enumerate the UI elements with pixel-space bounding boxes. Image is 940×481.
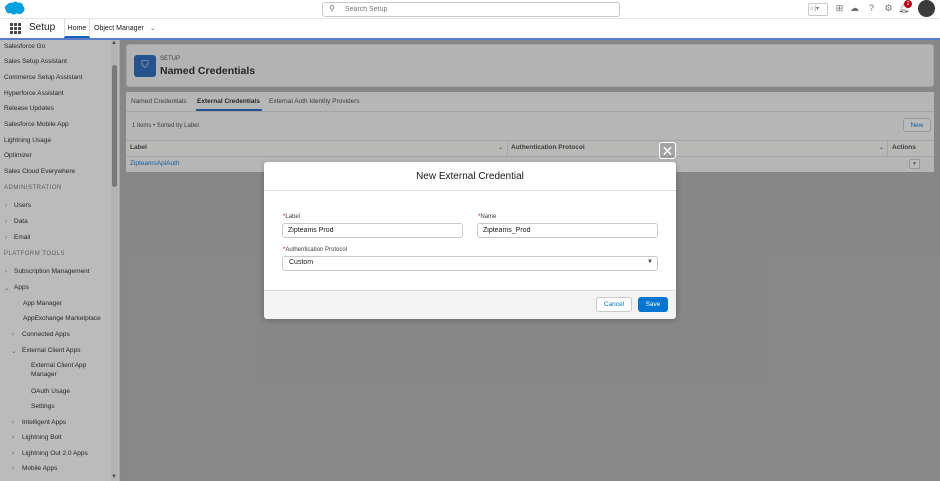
help-icon[interactable]: ? [866, 3, 877, 14]
dropdown-caret-icon[interactable]: ▼ [647, 259, 653, 265]
name-field-label: *Name [478, 214, 496, 220]
tab-object-manager-label: Object Manager [94, 25, 144, 32]
modal-title: New External Credential [416, 171, 524, 182]
trailhead-icon[interactable]: ☁ [849, 3, 860, 14]
app-launcher-icon[interactable] [10, 23, 21, 34]
search-icon: ⚲ [329, 4, 335, 13]
auth-protocol-label-text: Authentication Protocol [285, 247, 348, 253]
app-name: Setup [29, 22, 56, 33]
label-field[interactable] [282, 223, 463, 238]
auth-protocol-label: *Authentication Protocol [283, 247, 347, 253]
search-input[interactable] [345, 4, 605, 14]
favorites-group[interactable]: ☆|▾ [808, 3, 828, 16]
close-icon[interactable]: ✕ [659, 142, 676, 159]
favorites-label: ☆|▾ [809, 6, 819, 12]
chevron-down-icon[interactable]: ⌄ [150, 25, 156, 32]
app-nav-bar: Setup Home Object Manager ⌄ [0, 19, 940, 40]
name-field[interactable] [477, 223, 658, 238]
gear-icon[interactable]: ⚙ [883, 3, 894, 14]
name-field-label-text: Name [480, 214, 497, 220]
salesforce-logo-icon[interactable] [4, 1, 26, 16]
label-field-label-text: Label [285, 214, 301, 220]
user-avatar[interactable] [918, 0, 935, 17]
modal-header-divider [264, 190, 676, 191]
authentication-protocol-value: Custom [289, 259, 314, 266]
tab-object-manager[interactable]: Object Manager ⌄ [92, 19, 156, 38]
setup-search-box[interactable]: ⚲ [322, 2, 620, 17]
tab-home[interactable]: Home [64, 19, 90, 38]
cancel-button[interactable]: Cancel [596, 297, 632, 312]
label-field-label: *Label [283, 214, 300, 220]
authentication-protocol-select[interactable] [282, 256, 658, 271]
notification-count-badge: 2 [904, 0, 912, 8]
save-button[interactable]: Save [638, 297, 668, 312]
add-icon[interactable]: ⊞ [834, 3, 845, 14]
